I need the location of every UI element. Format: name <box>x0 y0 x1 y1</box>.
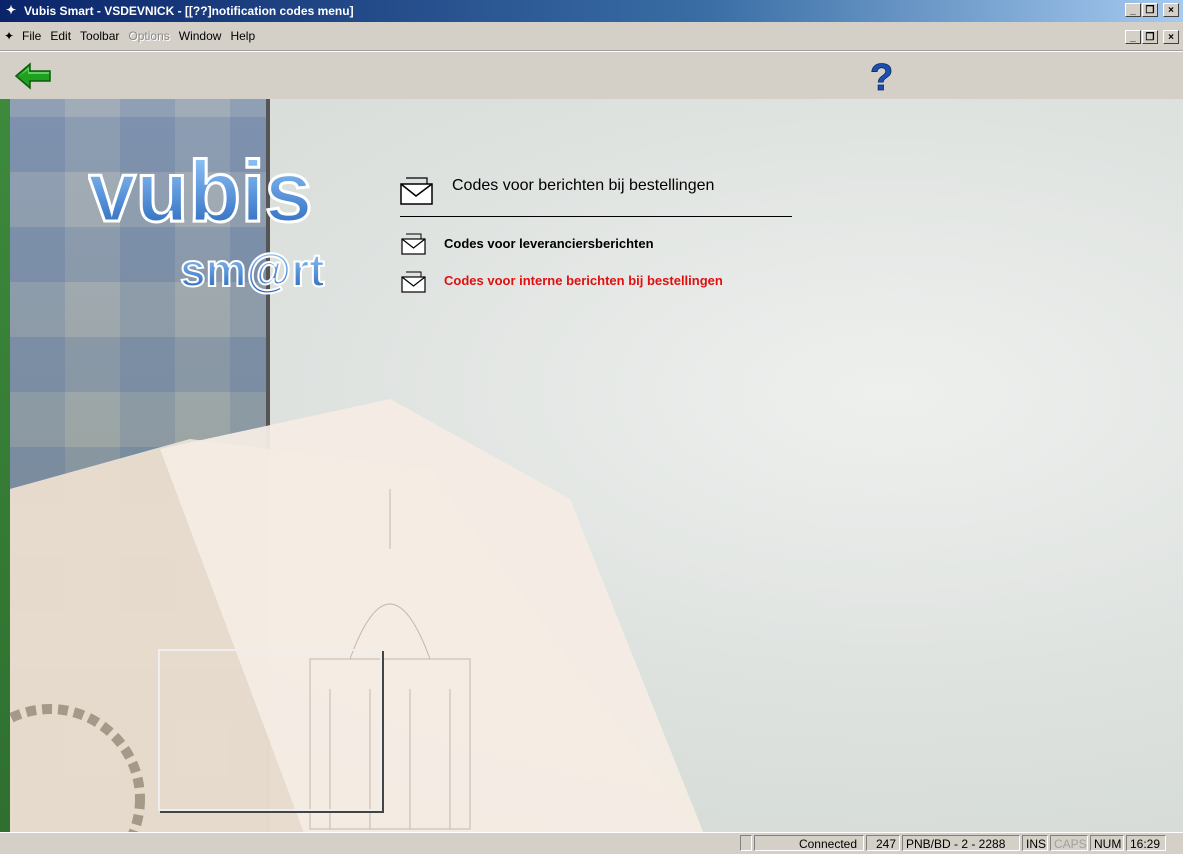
menu-options: Options <box>128 29 170 43</box>
logo-text-vubis: vubis <box>88 144 313 240</box>
envelope-icon <box>400 177 433 205</box>
document-window-controls: _ ❐ × <box>1125 30 1179 44</box>
menu-separator <box>400 216 792 217</box>
menu-toolbar[interactable]: Toolbar <box>80 29 119 43</box>
main-area: vubis sm@rt Codes voor berichten bij bes… <box>10 99 1183 832</box>
menu-item-interne-berichten[interactable]: Codes voor interne berichten bij bestell… <box>444 273 723 288</box>
envelope-icon[interactable] <box>401 232 427 256</box>
logo-text-smart: sm@rt <box>180 244 325 296</box>
window-title: Vubis Smart - VSDEVNICK - [[??]notificat… <box>24 4 354 18</box>
status-connection: Connected <box>754 835 864 851</box>
menu-file[interactable]: File <box>22 29 41 43</box>
window-title-bar[interactable]: ✦ Vubis Smart - VSDEVNICK - [[??]notific… <box>0 0 1183 22</box>
menu-window[interactable]: Window <box>179 29 222 43</box>
decorative-frame <box>158 649 382 811</box>
menu-edit[interactable]: Edit <box>50 29 71 43</box>
status-cell-blank <box>740 835 752 851</box>
status-caps: CAPS <box>1050 835 1088 851</box>
status-num: NUM <box>1090 835 1124 851</box>
doc-close-button[interactable]: × <box>1163 30 1179 44</box>
status-time: 16:29 <box>1126 835 1166 851</box>
menu-item-leveranciersberichten[interactable]: Codes voor leveranciersberichten <box>444 236 654 251</box>
doc-minimize-button[interactable]: _ <box>1125 30 1141 44</box>
close-button[interactable]: × <box>1163 3 1179 17</box>
document-app-icon[interactable]: ✦ <box>4 29 14 43</box>
green-left-arrow-icon <box>14 62 51 90</box>
mdi-left-border <box>0 99 10 832</box>
restore-button[interactable]: ❐ <box>1142 3 1158 17</box>
toolbar: ? <box>0 51 1183 100</box>
vubis-app-icon: ✦ <box>6 3 17 17</box>
back-button[interactable] <box>14 62 54 90</box>
status-ins: INS <box>1022 835 1048 851</box>
status-count: 247 <box>866 835 900 851</box>
menu-bar: ✦ File Edit Toolbar Options Window Help … <box>0 22 1183 51</box>
menu-title: Codes voor berichten bij bestellingen <box>452 177 715 194</box>
envelope-icon[interactable] <box>401 270 427 294</box>
status-context: PNB/BD - 2 - 2288 <box>902 835 1020 851</box>
vubis-smart-logo: vubis sm@rt <box>88 143 326 298</box>
window-controls: _ ❐ × <box>1125 3 1179 17</box>
svg-text:?: ? <box>870 57 893 96</box>
question-mark-icon: ? <box>870 57 894 100</box>
status-bar: Connected 247 PNB/BD - 2 - 2288 INS CAPS… <box>0 832 1183 854</box>
help-button[interactable]: ? <box>862 56 902 100</box>
minimize-button[interactable]: _ <box>1125 3 1141 17</box>
doc-restore-button[interactable]: ❐ <box>1142 30 1158 44</box>
menu-help[interactable]: Help <box>230 29 255 43</box>
